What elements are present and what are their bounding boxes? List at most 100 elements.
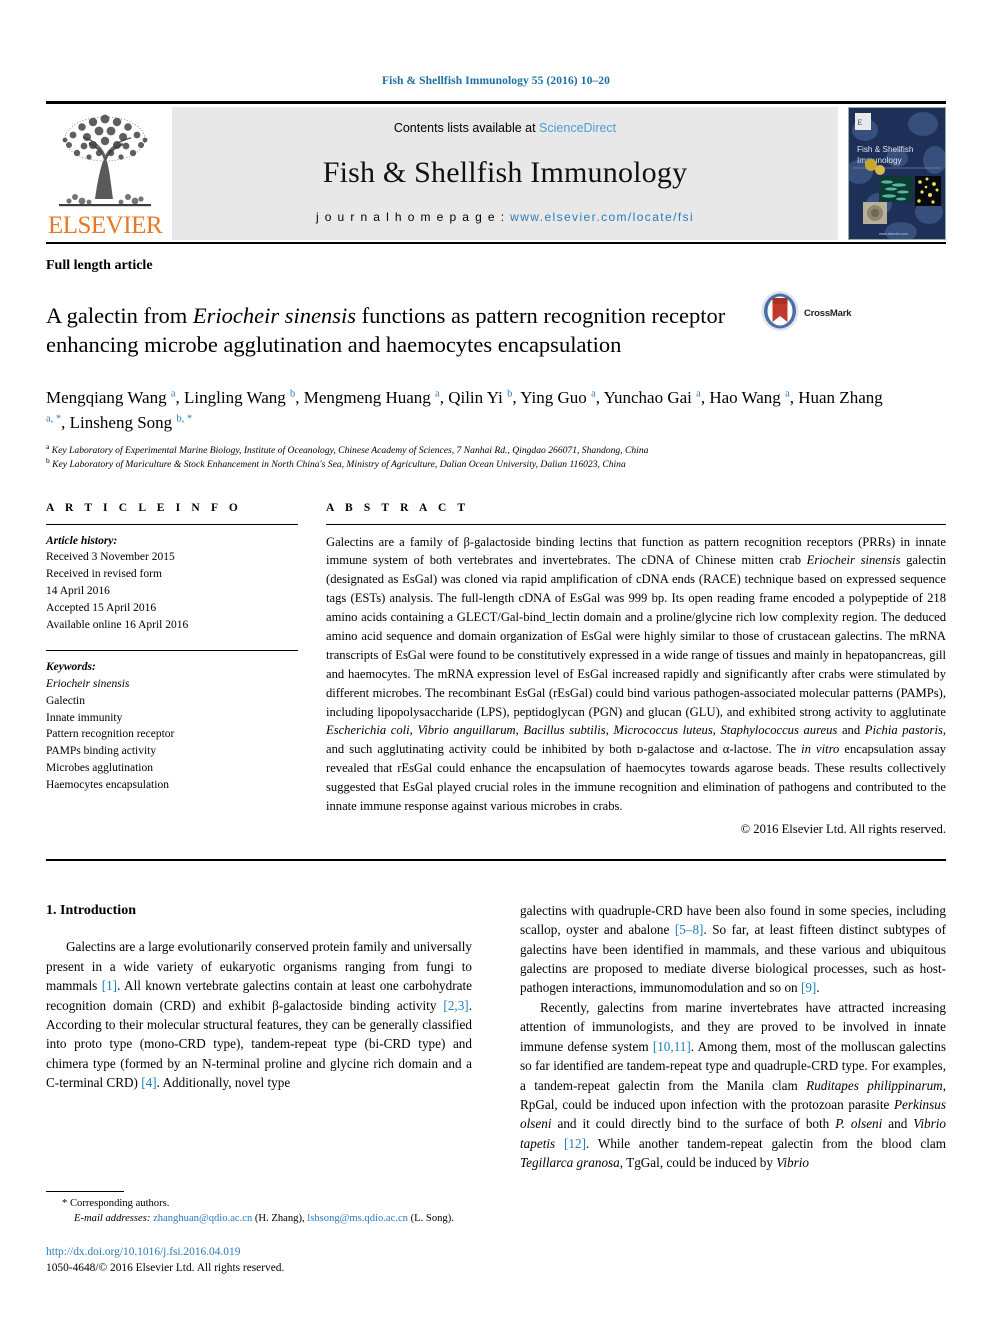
keyword-item[interactable]: Pattern recognition receptor	[46, 726, 298, 743]
author-affiliation-marker: b	[290, 387, 296, 399]
keywords-rule	[46, 649, 298, 651]
svg-text:E: E	[858, 118, 863, 127]
keywords-label: Keywords:	[46, 660, 96, 673]
abstract-column: A B S T R A C T Galectins are a family o…	[326, 502, 946, 837]
keyword-item[interactable]: Innate immunity	[46, 710, 298, 727]
email-link-1[interactable]: zhanghuan@qdio.ac.cn	[153, 1213, 252, 1224]
crossmark-icon	[760, 290, 800, 337]
article-history-item: Accepted 15 April 2016	[46, 602, 157, 615]
author-name[interactable]: Hao Wang	[709, 388, 785, 407]
author-name[interactable]: Linsheng Song	[70, 413, 177, 432]
email-addresses-note: E-mail addresses: zhanghuan@qdio.ac.cn (…	[74, 1212, 454, 1224]
article-history-items: Received 3 November 2015 Received in revi…	[46, 549, 298, 633]
intro-paragraph-1-cont: galectins with quadruple-CRD have been a…	[520, 902, 946, 996]
citation-link[interactable]: [5–8]	[675, 922, 704, 937]
doi-link[interactable]: http://dx.doi.org/10.1016/j.fsi.2016.04.…	[46, 1244, 474, 1261]
citation-link[interactable]: [9]	[801, 980, 816, 995]
journal-article-page: Fish & Shellfish Immunology 55 (2016) 10…	[0, 0, 992, 1323]
contents-prefix: Contents lists available at	[393, 121, 540, 135]
elsevier-logo[interactable]: ELSEVIER	[46, 107, 164, 240]
homepage-prefix: j o u r n a l h o m e p a g e :	[315, 210, 511, 224]
journal-title: Fish & Shellfish Immunology	[322, 155, 688, 189]
author-name[interactable]: Huan Zhang	[798, 388, 883, 407]
article-info-column: A R T I C L E I N F O Article history: R…	[46, 502, 326, 837]
citation-link[interactable]: [2,3]	[443, 998, 468, 1013]
keyword-item[interactable]: Galectin	[46, 693, 298, 710]
author-name[interactable]: Mengmeng Huang	[304, 388, 435, 407]
italic-term: Tegillarca granosa	[520, 1155, 620, 1171]
body-column-left: 1. Introduction Galectins are a large ev…	[46, 901, 496, 1231]
email-owner-1: (H. Zhang)	[254, 1212, 302, 1224]
title-part-1: A galectin from	[46, 303, 193, 329]
italic-term: Staphylococcus aureus	[720, 723, 838, 738]
article-type-label: Full length article	[46, 258, 153, 273]
corresponding-authors-note: * Corresponding authors.	[46, 1196, 474, 1211]
italic-term: Eriocheir sinensis	[806, 553, 901, 568]
keyword-item[interactable]: PAMPs binding activity	[46, 743, 298, 760]
body-column-right: galectins with quadruple-CRD have been a…	[496, 901, 946, 1231]
corresponding-text: Corresponding authors.	[69, 1197, 170, 1209]
citation-link[interactable]: [12]	[564, 1136, 586, 1151]
italic-term: P. olseni	[835, 1116, 883, 1132]
keyword-item[interactable]: Microbes agglutination	[46, 760, 298, 777]
running-head: Fish & Shellfish Immunology 55 (2016) 10…	[382, 75, 610, 87]
author-affiliation-marker: b	[507, 387, 513, 399]
crossmark-label: CrossMark	[804, 308, 852, 319]
masthead-bottom-rule	[46, 242, 946, 244]
citation-link[interactable]: [1]	[102, 978, 117, 993]
contents-lists-line: Contents lists available at ScienceDirec…	[394, 121, 616, 135]
doi-block: http://dx.doi.org/10.1016/j.fsi.2016.04.…	[46, 1244, 474, 1277]
author-name[interactable]: Yunchao Gai	[604, 388, 697, 407]
elsevier-wordmark: ELSEVIER	[47, 212, 163, 239]
article-info-heading: A R T I C L E I N F O	[46, 501, 242, 514]
abstract-copyright: © 2016 Elsevier Ltd. All rights reserved…	[740, 821, 946, 836]
intro-paragraph-1: Galectins are a large evolutionarily con…	[46, 939, 472, 1091]
italic-term: Micrococcus luteus	[613, 723, 713, 738]
abstract-heading: A B S T R A C T	[326, 501, 470, 514]
email-owner-2: (L. Song)	[410, 1212, 452, 1224]
keyword-item[interactable]: Eriocheir sinensis	[46, 676, 298, 693]
article-history-label: Article history:	[46, 534, 118, 547]
article-history-item: Received 3 November 2015	[46, 551, 175, 564]
author-affiliation-marker: a	[696, 387, 701, 399]
author-name[interactable]: Mengqiang Wang	[46, 388, 171, 407]
masthead-top-rule	[46, 101, 946, 104]
author-affiliation-marker: a	[785, 387, 790, 399]
body-columns: 1. Introduction Galectins are a large ev…	[46, 901, 946, 1231]
article-history-block: Article history: Received 3 November 201…	[46, 533, 298, 634]
author-name[interactable]: Ying Guo	[520, 388, 591, 407]
journal-masthead: ELSEVIER Contents lists available at Sci…	[46, 107, 946, 240]
crossmark-badge[interactable]: CrossMark	[760, 290, 880, 337]
sciencedirect-link[interactable]: ScienceDirect	[539, 121, 616, 135]
italic-term: in vitro	[801, 742, 840, 757]
page-title: A galectin from Eriocheir sinensis funct…	[46, 301, 760, 360]
citation-link[interactable]: [4]	[141, 1075, 156, 1090]
intro-paragraph-2: Recently, galectins from marine inverteb…	[520, 999, 947, 1171]
email-label: E-mail addresses:	[74, 1212, 151, 1224]
author-list: Mengqiang Wang a, Lingling Wang b, Mengm…	[46, 387, 883, 433]
title-species: Eriocheir sinensis	[192, 303, 356, 329]
italic-term: Bacillus subtilis	[523, 723, 606, 738]
keyword-item[interactable]: Haemocytes encapsulation	[46, 777, 298, 794]
info-abstract-section: A R T I C L E I N F O Article history: R…	[46, 502, 946, 837]
abstract-rule	[326, 523, 946, 525]
italic-term: Escherichia coli	[326, 723, 410, 738]
abstract-body: Galectins are a family of β-galactoside …	[326, 534, 946, 813]
masthead-center-panel: Contents lists available at ScienceDirec…	[172, 107, 838, 240]
italic-term: Vibrio anguillarum	[417, 723, 516, 738]
svg-text:Fish & Shellfish: Fish & Shellfish	[857, 145, 914, 154]
footnote-block: * Corresponding authors. E-mail addresse…	[46, 1190, 474, 1277]
citation-link[interactable]: [10,11]	[653, 1039, 691, 1054]
keyword-items: Eriocheir sinensis Galectin Innate immunit…	[46, 676, 298, 794]
author-affiliation-marker: a, *	[46, 413, 62, 425]
journal-homepage-link[interactable]: www.elsevier.com/locate/fsi	[510, 210, 694, 224]
corresponding-marker: *	[62, 1197, 68, 1209]
email-link-2[interactable]: lshsong@ms.qdio.ac.cn	[307, 1213, 408, 1224]
journal-cover-thumbnail[interactable]: E Fish & Shellfish Immunology www.elsevi…	[848, 107, 946, 240]
italic-term: Ruditapes philippinarum	[806, 1077, 943, 1093]
article-history-item: 14 April 2016	[46, 585, 110, 598]
svg-text:www.elsevier.com: www.elsevier.com	[879, 232, 908, 236]
author-affiliation-marker: a	[170, 387, 176, 399]
author-name[interactable]: Lingling Wang	[184, 388, 290, 407]
author-name[interactable]: Qilin Yi	[448, 388, 507, 407]
